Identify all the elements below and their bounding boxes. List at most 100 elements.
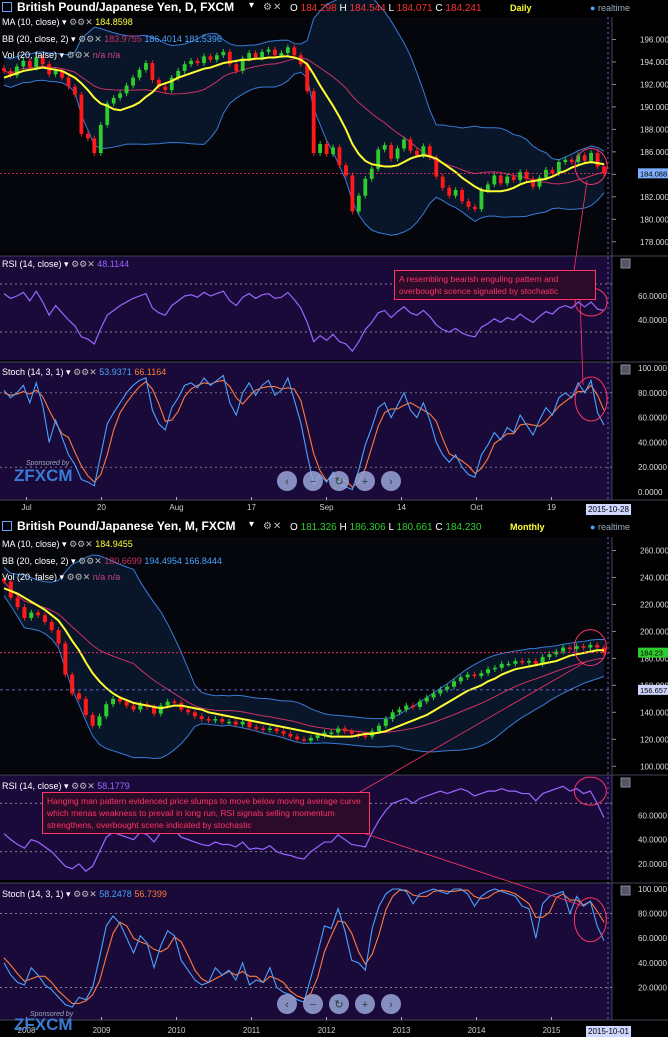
nav-glyph[interactable]: ↻ xyxy=(334,476,343,488)
candle xyxy=(305,64,310,92)
period-label: Monthly xyxy=(510,522,545,532)
open-label: O xyxy=(290,522,298,533)
ind-settings-icon[interactable]: ⚙⚙✕ xyxy=(69,17,93,27)
nav-glyph[interactable]: ‹ xyxy=(285,476,289,488)
price-tick-label: 200.000 xyxy=(640,627,668,636)
collapse-icon[interactable] xyxy=(2,2,12,12)
price-tick-label: 120.000 xyxy=(640,735,668,744)
x-tick-label: 2012 xyxy=(318,1026,336,1035)
nav-glyph[interactable]: − xyxy=(310,999,316,1011)
settings-icons[interactable]: ⚙✕ xyxy=(263,2,282,13)
nav-glyph[interactable]: + xyxy=(362,999,368,1011)
candle xyxy=(589,152,594,161)
candle xyxy=(356,195,361,212)
monthly-annotation[interactable]: Hanging man pattern evidenced price slum… xyxy=(42,792,370,834)
ind-settings-icon[interactable]: ⚙⚙✕ xyxy=(69,539,93,549)
ma-label: MA (10, close) xyxy=(2,17,60,27)
nav-glyph[interactable]: ‹ xyxy=(285,999,289,1011)
high-label: H xyxy=(339,522,347,533)
high-label: H xyxy=(339,3,347,14)
daily-vol-legend[interactable]: Vol (20, false) ▾ ⚙⚙✕ n/a n/a xyxy=(2,50,120,61)
nav-glyph[interactable]: − xyxy=(310,476,316,488)
candle xyxy=(221,51,226,56)
candle xyxy=(369,168,374,179)
stoch-d-value: 56.7399 xyxy=(134,889,167,899)
ind-settings-icon[interactable]: ⚙⚙✕ xyxy=(71,259,95,269)
candle xyxy=(281,731,286,734)
stoch-label: Stoch (14, 3, 1) xyxy=(2,889,64,899)
close-label: C xyxy=(435,3,443,14)
nav-glyph[interactable]: + xyxy=(362,476,368,488)
x-tick-label: Aug xyxy=(169,503,183,512)
collapse-icon[interactable] xyxy=(2,521,12,531)
candle xyxy=(189,60,194,65)
nav-glyph[interactable]: › xyxy=(389,476,393,488)
candle xyxy=(447,187,452,196)
nav-glyph[interactable]: ↻ xyxy=(334,999,343,1011)
candle xyxy=(49,621,54,631)
candle xyxy=(15,597,20,608)
candle xyxy=(544,169,548,178)
candle xyxy=(124,85,129,94)
monthly-ma-legend[interactable]: MA (10, close) ▾ ⚙⚙✕ 184.9455 xyxy=(2,539,133,550)
monthly-symbol-title[interactable]: British Pound/Japanese Yen, M, FXCM xyxy=(17,519,236,533)
x-tick-label: Oct xyxy=(470,503,483,512)
chevron-down-icon[interactable]: ▾ xyxy=(249,519,254,530)
period-label: Daily xyxy=(510,3,532,13)
ind-settings-icon[interactable]: ⚙⚙✕ xyxy=(73,367,97,377)
ma-label: MA (10, close) xyxy=(2,539,60,549)
chevron-down-icon[interactable]: ▾ xyxy=(249,0,254,11)
monthly-date-badge: 2015-10-01 xyxy=(586,1026,631,1037)
low-label: L xyxy=(388,3,394,14)
candle xyxy=(363,735,368,737)
daily-bb-legend[interactable]: BB (20, close, 2) ▾ ⚙⚙✕ 183.9755 186.401… xyxy=(2,34,222,45)
rsi-value: 58.1779 xyxy=(97,781,130,791)
close-value: 184.241 xyxy=(445,3,482,14)
candle xyxy=(42,615,47,622)
candle xyxy=(440,176,445,188)
daily-header: British Pound/Japanese Yen, D, FXCM ▾ ⚙✕… xyxy=(0,0,668,18)
daily-stoch-legend[interactable]: Stoch (14, 3, 1) ▾ ⚙⚙✕ 53.9371 66.1164 xyxy=(2,367,166,378)
vol-value: n/a n/a xyxy=(92,50,121,60)
candle xyxy=(144,63,148,70)
daily-annotation[interactable]: A resembling bearish enguling pattern an… xyxy=(394,270,596,300)
bb-upper-value: 186.4014 xyxy=(144,34,182,44)
rsi-tick-label: 20.0000 xyxy=(638,860,667,869)
brand-text: FXCM xyxy=(24,1015,73,1034)
x-tick-label: 2009 xyxy=(93,1026,111,1035)
candle xyxy=(451,681,457,687)
monthly-stoch-legend[interactable]: Stoch (14, 3, 1) ▾ ⚙⚙✕ 58.2478 56.7399 xyxy=(2,889,167,900)
settings-icons[interactable]: ⚙✕ xyxy=(263,521,282,532)
candle xyxy=(137,69,142,78)
low-value: 184.071 xyxy=(396,3,433,14)
x-tick-label: 2010 xyxy=(168,1026,186,1035)
daily-symbol-title[interactable]: British Pound/Japanese Yen, D, FXCM xyxy=(17,0,234,14)
monthly-rsi-legend[interactable]: RSI (14, close) ▾ ⚙⚙✕ 58.1779 xyxy=(2,781,130,792)
candle xyxy=(331,147,335,155)
ind-settings-icon[interactable]: ⚙⚙✕ xyxy=(78,34,102,44)
ind-settings-icon[interactable]: ⚙⚙✕ xyxy=(67,572,91,582)
monthly-bb-legend[interactable]: BB (20, close, 2) ▾ ⚙⚙✕ 180.6699 194.495… xyxy=(2,556,222,567)
open-label: O xyxy=(290,3,298,14)
ind-settings-icon[interactable]: ⚙⚙✕ xyxy=(71,781,95,791)
rsi-tick-label: 40.0000 xyxy=(638,836,667,845)
daily-rsi-legend[interactable]: RSI (14, close) ▾ ⚙⚙✕ 48.1144 xyxy=(2,259,129,270)
ind-settings-icon[interactable]: ⚙⚙✕ xyxy=(78,556,102,566)
close-value: 184.230 xyxy=(445,522,482,533)
candle xyxy=(83,698,88,716)
candle xyxy=(27,60,32,68)
ind-settings-icon[interactable]: ⚙⚙✕ xyxy=(67,50,91,60)
monthly-vol-legend[interactable]: Vol (20, false) ▾ ⚙⚙✕ n/a n/a xyxy=(2,572,120,583)
ind-settings-icon[interactable]: ⚙⚙✕ xyxy=(73,889,97,899)
candle xyxy=(511,176,516,180)
candle xyxy=(92,138,97,153)
candle xyxy=(98,124,103,153)
realtime-text: realtime xyxy=(597,3,630,13)
realtime-text: realtime xyxy=(597,522,630,532)
candle xyxy=(492,175,497,185)
candle xyxy=(267,728,272,730)
daily-ma-legend[interactable]: MA (10, close) ▾ ⚙⚙✕ 184.8598 xyxy=(2,17,133,28)
candle xyxy=(36,612,41,616)
candle xyxy=(567,647,572,650)
nav-glyph[interactable]: › xyxy=(389,999,393,1011)
